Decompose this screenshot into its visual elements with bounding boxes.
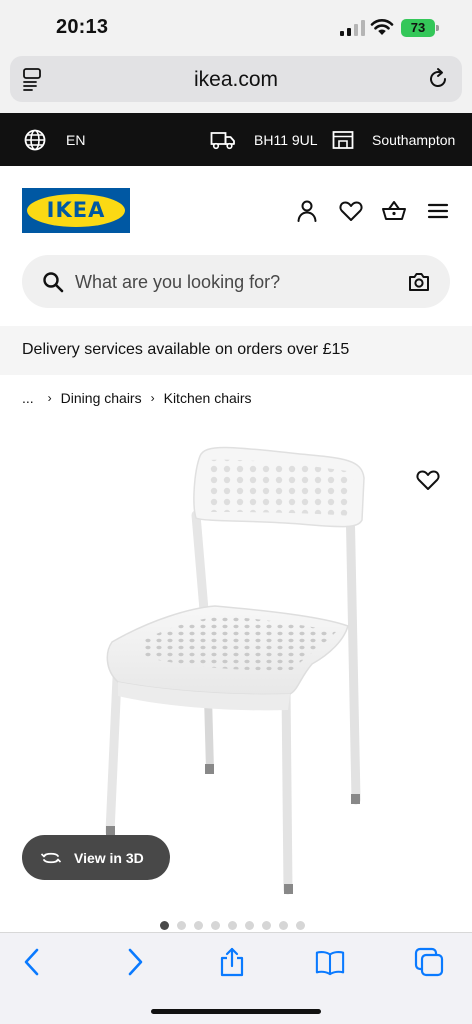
menu-icon[interactable] bbox=[425, 198, 451, 224]
delivery-banner-text: Delivery services available on orders ov… bbox=[22, 341, 350, 358]
carousel-dot[interactable] bbox=[194, 921, 203, 930]
carousel-dot[interactable] bbox=[228, 921, 237, 930]
back-icon[interactable] bbox=[17, 947, 47, 977]
carousel-dot[interactable] bbox=[279, 921, 288, 930]
basket-icon[interactable] bbox=[381, 198, 407, 224]
breadcrumb: ... › Dining chairs › Kitchen chairs bbox=[22, 390, 252, 406]
delivery-banner[interactable]: Delivery services available on orders ov… bbox=[0, 326, 472, 375]
rotate-3d-icon bbox=[40, 852, 62, 863]
browser-chrome: ikea.com bbox=[0, 56, 472, 113]
carousel-dot[interactable] bbox=[245, 921, 254, 930]
status-time: 20:13 bbox=[56, 16, 109, 38]
chevron-right-icon: › bbox=[47, 391, 52, 405]
language-selector[interactable]: EN bbox=[24, 113, 85, 166]
chevron-right-icon: › bbox=[150, 391, 155, 405]
utility-bar: EN BH11 9UL Southampton bbox=[0, 113, 472, 166]
carousel-dot[interactable] bbox=[296, 921, 305, 930]
carousel-dot[interactable] bbox=[211, 921, 220, 930]
forward-icon[interactable] bbox=[120, 947, 150, 977]
carousel-dot[interactable] bbox=[177, 921, 186, 930]
view-in-3d-button[interactable]: View in 3D bbox=[22, 835, 170, 880]
search-bar[interactable]: What are you looking for? bbox=[22, 255, 450, 308]
cellular-signal-icon bbox=[340, 20, 365, 36]
search-input[interactable]: What are you looking for? bbox=[75, 272, 280, 293]
postcode-label: BH11 9UL bbox=[254, 131, 318, 148]
breadcrumb-ellipsis[interactable]: ... bbox=[22, 390, 34, 406]
language-label: EN bbox=[66, 131, 86, 148]
carousel-dot[interactable] bbox=[160, 921, 169, 930]
postcode-selector[interactable]: BH11 9UL bbox=[210, 113, 318, 166]
logo-text: IKEA bbox=[46, 198, 106, 222]
favourite-heart-icon[interactable] bbox=[415, 468, 441, 492]
tabs-icon[interactable] bbox=[414, 947, 444, 977]
breadcrumb-item-dining-chairs[interactable]: Dining chairs bbox=[61, 390, 142, 406]
share-icon[interactable] bbox=[217, 947, 247, 977]
url-domain[interactable]: ikea.com bbox=[10, 68, 462, 92]
delivery-truck-icon bbox=[210, 131, 235, 149]
heart-icon[interactable] bbox=[338, 198, 364, 224]
store-selector[interactable]: Southampton bbox=[332, 113, 455, 166]
bookmarks-icon[interactable] bbox=[315, 947, 345, 977]
breadcrumb-item-kitchen-chairs[interactable]: Kitchen chairs bbox=[164, 390, 252, 406]
store-icon bbox=[332, 130, 354, 149]
image-carousel-dots bbox=[160, 921, 305, 930]
user-icon[interactable] bbox=[294, 198, 320, 224]
carousel-dot[interactable] bbox=[262, 921, 271, 930]
battery-indicator: 73 bbox=[401, 19, 439, 37]
wifi-icon bbox=[370, 19, 394, 35]
store-label: Southampton bbox=[372, 131, 456, 148]
status-bar: 20:13 73 bbox=[0, 0, 472, 56]
address-bar[interactable]: ikea.com bbox=[10, 56, 462, 102]
home-indicator[interactable] bbox=[151, 1009, 321, 1014]
ikea-logo[interactable]: IKEA bbox=[22, 188, 130, 233]
globe-icon bbox=[24, 129, 46, 150]
view-in-3d-label: View in 3D bbox=[74, 849, 144, 866]
camera-icon[interactable] bbox=[408, 271, 430, 293]
reload-icon[interactable] bbox=[426, 67, 450, 91]
search-icon bbox=[43, 272, 64, 293]
